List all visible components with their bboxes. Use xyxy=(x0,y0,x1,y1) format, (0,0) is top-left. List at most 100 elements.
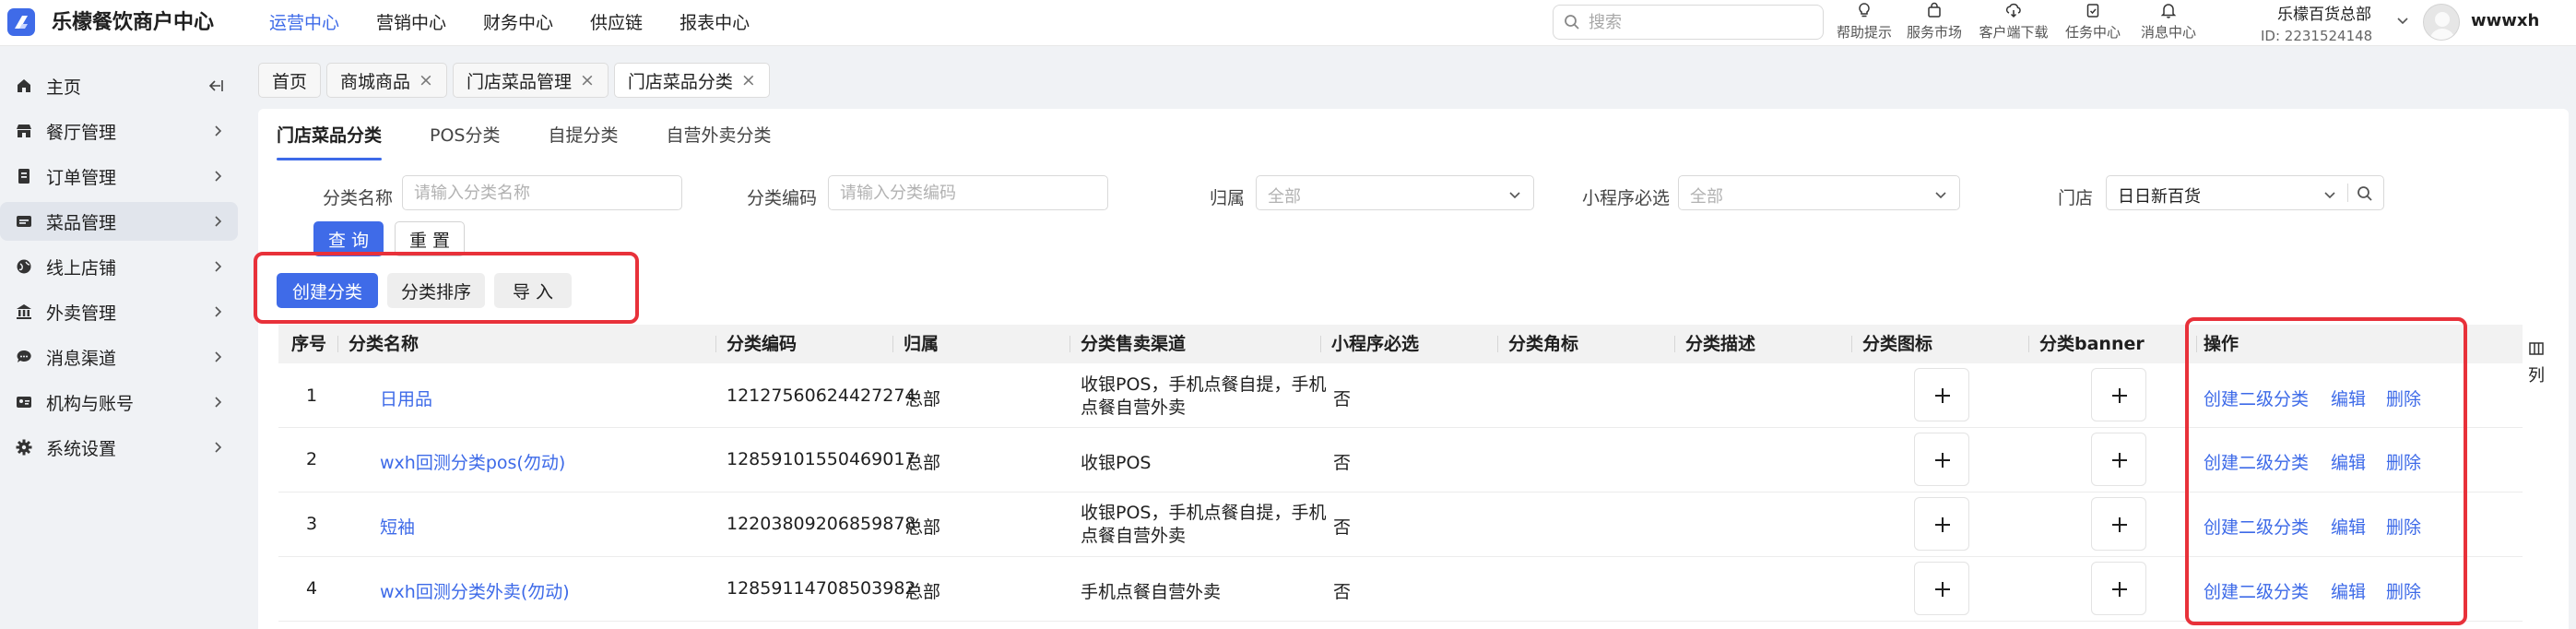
top-nav: 运营中心 营销中心 财务中心 供应链 报表中心 xyxy=(269,0,786,46)
delete-link[interactable]: 删除 xyxy=(2386,449,2421,474)
dish-icon xyxy=(17,216,31,227)
column-divider xyxy=(2028,336,2029,352)
cell-code: 12859114708503982 xyxy=(727,578,916,599)
column-divider xyxy=(1851,336,1852,352)
column-divider xyxy=(1674,336,1675,352)
top-bar: 乐檬餐饮商户中心 运营中心 营销中心 财务中心 供应链 报表中心 帮助提示 服务… xyxy=(0,0,2576,46)
sidebar-item-label: 外卖管理 xyxy=(46,303,117,324)
topnav-supply-chain[interactable]: 供应链 xyxy=(590,0,643,46)
column-divider xyxy=(2196,336,2197,352)
create-subcategory-link[interactable]: 创建二级分类 xyxy=(2204,386,2309,410)
quick-client-download[interactable]: 客户端下载 xyxy=(1967,2,2060,42)
create-category-button[interactable]: 创建分类 xyxy=(277,273,378,308)
create-subcategory-link[interactable]: 创建二级分类 xyxy=(2204,578,2309,603)
column-header-code: 分类编码 xyxy=(727,334,798,354)
sort-category-button[interactable]: 分类排序 xyxy=(387,273,485,308)
app-logo[interactable] xyxy=(7,8,35,36)
cell-mini-required: 否 xyxy=(1333,582,1352,602)
sidebar-item-restaurant[interactable]: 餐厅管理 xyxy=(0,112,238,150)
topnav-operations[interactable]: 运营中心 xyxy=(269,0,339,46)
cell-index: 2 xyxy=(306,449,318,469)
sidebar-item-home[interactable]: 主页 xyxy=(0,66,238,105)
gear-icon xyxy=(16,439,32,456)
category-name-input[interactable] xyxy=(402,175,682,210)
page-tab-store-dish-management[interactable]: 门店菜品管理 × xyxy=(452,63,609,98)
edit-link[interactable]: 编辑 xyxy=(2331,386,2366,410)
avatar[interactable] xyxy=(2423,4,2460,41)
cell-name-link[interactable]: wxh回测分类外卖(勿动) xyxy=(380,578,570,603)
close-icon[interactable]: × xyxy=(580,70,595,90)
page-tab-mall-products[interactable]: 商城商品 × xyxy=(326,63,447,98)
clipboard-icon xyxy=(2086,4,2099,18)
delete-link[interactable]: 删除 xyxy=(2386,386,2421,410)
page-tab-label: 商城商品 xyxy=(340,71,411,92)
sidebar-item-orders[interactable]: 订单管理 xyxy=(0,157,238,196)
cell-name-link[interactable]: 日用品 xyxy=(380,386,432,410)
quick-service-market[interactable]: 服务市场 xyxy=(1888,2,1980,42)
upload-banner-button[interactable] xyxy=(2091,433,2146,486)
tab-store-dish-category[interactable]: 门店菜品分类 xyxy=(277,109,383,162)
column-divider xyxy=(892,336,893,352)
category-code-input[interactable] xyxy=(828,175,1108,210)
edit-link[interactable]: 编辑 xyxy=(2331,449,2366,474)
cell-belong: 总部 xyxy=(905,517,941,538)
tab-self-delivery-category[interactable]: 自营外卖分类 xyxy=(667,109,772,162)
upload-banner-button[interactable] xyxy=(2091,497,2146,551)
column-header-channel: 分类售卖渠道 xyxy=(1081,334,1187,354)
sidebar-item-system-settings[interactable]: 系统设置 xyxy=(0,428,238,467)
close-icon[interactable]: × xyxy=(741,70,756,90)
belong-select[interactable]: 全部 xyxy=(1256,175,1534,210)
tab-pos-category[interactable]: POS分类 xyxy=(430,109,500,162)
delete-link[interactable]: 删除 xyxy=(2386,578,2421,603)
upload-banner-button[interactable] xyxy=(2091,368,2146,421)
sidebar-item-takeout[interactable]: 外卖管理 xyxy=(0,292,238,331)
page-tab-store-dish-category[interactable]: 门店菜品分类 × xyxy=(613,63,770,98)
quick-message-center[interactable]: 消息中心 xyxy=(2122,2,2215,42)
cell-channel: 手机点餐自营外卖 xyxy=(1081,582,1222,602)
create-subcategory-link[interactable]: 创建二级分类 xyxy=(2204,514,2309,539)
reset-button[interactable]: 重 置 xyxy=(395,221,465,256)
create-subcategory-link[interactable]: 创建二级分类 xyxy=(2204,449,2309,474)
collapse-sidebar-icon[interactable] xyxy=(207,77,225,95)
sidebar-item-label: 机构与账号 xyxy=(46,393,135,414)
store-select-value: 日日新百货 xyxy=(2118,187,2201,207)
upload-icon-button[interactable] xyxy=(1914,433,1969,486)
upload-icon-button[interactable] xyxy=(1914,368,1969,421)
edit-link[interactable]: 编辑 xyxy=(2331,578,2366,603)
chevron-down-icon xyxy=(2324,192,2335,199)
upload-icon-button[interactable] xyxy=(1914,497,1969,551)
username[interactable]: wwwxh xyxy=(2471,11,2539,30)
sidebar-item-org-account[interactable]: 机构与账号 xyxy=(0,383,238,421)
query-button[interactable]: 查 询 xyxy=(313,221,384,256)
sidebar-item-online-store[interactable]: 线上店铺 xyxy=(0,247,238,286)
plus-icon xyxy=(2119,453,2121,468)
cell-name-link[interactable]: 短袖 xyxy=(380,514,415,539)
close-icon[interactable]: × xyxy=(419,70,433,90)
topnav-marketing[interactable]: 营销中心 xyxy=(376,0,446,46)
tab-pickup-category[interactable]: 自提分类 xyxy=(549,109,619,162)
sidebar-item-message-channel[interactable]: 消息渠道 xyxy=(0,338,238,376)
upload-icon-button[interactable] xyxy=(1914,562,1969,615)
search-icon[interactable] xyxy=(2357,185,2373,202)
store-select[interactable]: 日日新百货 xyxy=(2106,175,2384,210)
column-settings[interactable]: 列 xyxy=(2524,341,2548,386)
cell-name-link[interactable]: wxh回测分类pos(勿动) xyxy=(380,449,565,474)
topnav-finance[interactable]: 财务中心 xyxy=(483,0,553,46)
chat-icon xyxy=(17,350,31,362)
filter-code-label: 分类编码 xyxy=(747,188,818,208)
upload-banner-button[interactable] xyxy=(2091,562,2146,615)
delete-link[interactable]: 删除 xyxy=(2386,514,2421,539)
table-row: 2 wxh回测分类pos(勿动) 12859101550469017 总部 收银… xyxy=(278,429,2523,493)
search-input[interactable] xyxy=(1589,7,1810,37)
topnav-reports[interactable]: 报表中心 xyxy=(679,0,750,46)
mini-required-select[interactable]: 全部 xyxy=(1678,175,1960,210)
sidebar-item-dishes[interactable]: 菜品管理 xyxy=(0,202,238,241)
column-divider xyxy=(715,336,716,352)
bell-icon xyxy=(2160,4,2177,18)
account-info[interactable]: 乐檬百货总部 ID: 2231524148 xyxy=(2261,0,2372,44)
page-tab-home[interactable]: 首页 xyxy=(258,63,322,98)
id-card-icon xyxy=(17,397,31,408)
edit-link[interactable]: 编辑 xyxy=(2331,514,2366,539)
import-button[interactable]: 导 入 xyxy=(494,273,572,308)
chevron-down-icon[interactable] xyxy=(2395,13,2410,28)
